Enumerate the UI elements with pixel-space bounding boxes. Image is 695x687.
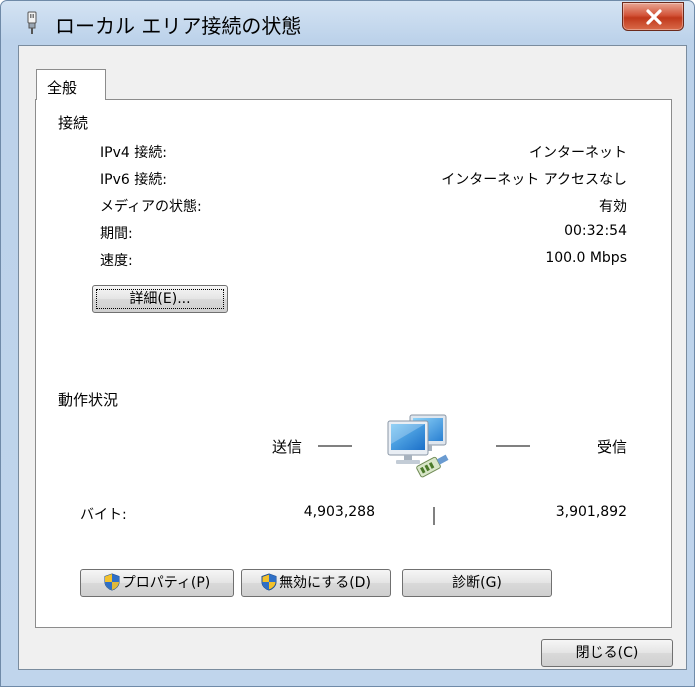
properties-button-label: プロパティ(P): [121, 575, 211, 591]
bytes-sent-value: 4,903,288: [303, 504, 375, 520]
duration-value: 00:32:54: [564, 223, 627, 239]
general-tab-panel: 接続 IPv4 接続: インターネット IPv6 接続: インターネット アクセ…: [35, 99, 672, 628]
activity-group-divider: [56, 399, 666, 400]
window-title: ローカル エリア接続の状態: [55, 14, 302, 38]
tab-general[interactable]: 全般: [36, 69, 106, 100]
network-adapter-icon: [22, 10, 42, 36]
shield-icon: [104, 572, 120, 591]
close-button[interactable]: 閉じる(C): [541, 639, 673, 667]
properties-button[interactable]: プロパティ(P): [80, 569, 234, 597]
bytes-received-value: 3,901,892: [555, 504, 627, 520]
bytes-divider: [433, 507, 435, 525]
ipv6-label: IPv6 接続:: [100, 172, 167, 188]
media-state-value: 有効: [599, 199, 627, 215]
details-button[interactable]: 詳細(E)...: [92, 285, 228, 313]
received-connector-line: [496, 445, 530, 447]
connection-group-divider: [56, 122, 666, 123]
sent-label: 送信: [272, 438, 303, 456]
diagnose-button[interactable]: 診断(G): [402, 569, 552, 597]
duration-label: 期間:: [100, 226, 133, 242]
status-dialog-window: ローカル エリア接続の状態 全般 接続 IPv4 接続: インターネット IPv…: [0, 0, 695, 687]
network-computers-icon: [380, 409, 462, 495]
close-icon: [646, 9, 662, 25]
media-state-label: メディアの状態:: [100, 199, 202, 215]
disable-button-label: 無効にする(D): [279, 575, 371, 591]
speed-value: 100.0 Mbps: [545, 250, 627, 266]
title-bar[interactable]: ローカル エリア接続の状態: [1, 1, 694, 45]
connection-group-heading: 接続: [58, 112, 95, 133]
shield-icon: [261, 572, 277, 591]
speed-label: 速度:: [100, 253, 133, 269]
ipv4-label: IPv4 接続:: [100, 145, 167, 161]
sent-connector-line: [318, 445, 352, 447]
dialog-client-area: 全般 接続 IPv4 接続: インターネット IPv6 接続: インターネット …: [18, 45, 687, 670]
close-window-button[interactable]: [622, 2, 684, 31]
activity-group-heading: 動作状況: [58, 389, 121, 410]
disable-button[interactable]: 無効にする(D): [241, 569, 391, 597]
received-label: 受信: [596, 438, 627, 456]
bytes-label: バイト:: [80, 507, 127, 523]
ipv6-value: インターネット アクセスなし: [441, 172, 627, 188]
ipv4-value: インターネット: [529, 145, 627, 161]
